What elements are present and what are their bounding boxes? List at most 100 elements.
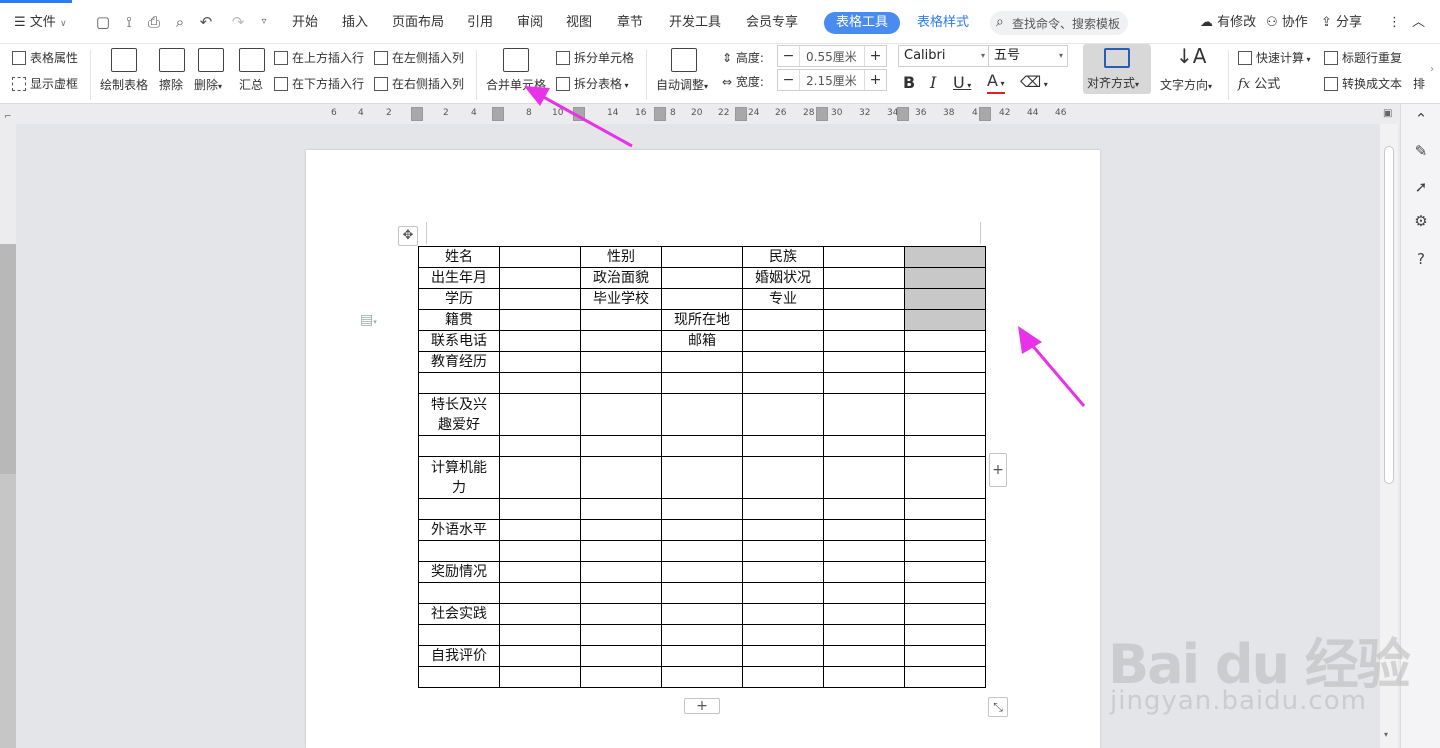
table-cell[interactable] <box>904 267 986 289</box>
table-cell[interactable] <box>823 540 905 562</box>
table-cell[interactable] <box>499 645 581 667</box>
row-label-cell[interactable] <box>418 498 500 520</box>
title-repeat-button[interactable]: 标题行重复 <box>1324 49 1402 66</box>
collab-button[interactable]: ⚇ 协作 <box>1266 13 1308 33</box>
save-icon[interactable]: ▢ <box>94 13 112 31</box>
cursor-select-icon[interactable]: ➚ <box>1412 178 1430 196</box>
table-cell[interactable] <box>904 330 986 352</box>
table-cell[interactable] <box>904 435 986 457</box>
row-label-cell[interactable]: 教育经历 <box>418 351 500 373</box>
ruler-column-marker[interactable] <box>735 107 747 121</box>
table-cell[interactable] <box>823 435 905 457</box>
increase-width-button[interactable]: + <box>864 70 886 90</box>
table-cell[interactable] <box>661 288 743 310</box>
table-cell[interactable] <box>499 393 581 436</box>
table-cell[interactable]: 民族 <box>742 246 824 268</box>
ruler-column-marker[interactable] <box>979 107 991 121</box>
overflow-button[interactable]: 排 <box>1413 75 1425 92</box>
scrollbar-thumb[interactable] <box>1384 146 1394 484</box>
auto-adjust-icon[interactable] <box>671 48 697 72</box>
row-label-cell[interactable] <box>418 582 500 604</box>
table-properties-button[interactable]: 表格属性 <box>12 49 78 66</box>
table-cell[interactable] <box>823 624 905 646</box>
table-cell[interactable] <box>580 519 662 541</box>
table-cell[interactable] <box>661 435 743 457</box>
tab-stop-icon[interactable]: ⌐ <box>4 112 12 122</box>
print-icon[interactable]: ⎙ <box>145 13 163 31</box>
table-cell[interactable] <box>904 351 986 373</box>
settings-sliders-icon[interactable]: ⚙ <box>1412 212 1430 230</box>
table-cell[interactable] <box>904 456 986 499</box>
split-cells-button[interactable]: 拆分单元格 <box>556 49 634 66</box>
row-label-cell[interactable]: 联系电话 <box>418 330 500 352</box>
table-cell[interactable] <box>580 498 662 520</box>
table-cell[interactable] <box>580 624 662 646</box>
summary-button[interactable]: 汇总 <box>239 76 263 93</box>
table-cell[interactable] <box>580 351 662 373</box>
table-cell[interactable] <box>661 372 743 394</box>
table-cell[interactable] <box>499 288 581 310</box>
tab-member[interactable]: 会员专享 <box>746 12 798 34</box>
table-cell[interactable] <box>823 456 905 499</box>
draw-table-icon[interactable] <box>111 48 137 72</box>
table-cell[interactable] <box>823 393 905 436</box>
increase-height-button[interactable]: + <box>864 46 886 66</box>
table-cell[interactable] <box>661 351 743 373</box>
table-cell[interactable] <box>661 456 743 499</box>
table-cell[interactable]: 政治面貌 <box>580 267 662 289</box>
table-cell[interactable] <box>580 456 662 499</box>
ruler-column-marker[interactable] <box>897 107 909 121</box>
row-label-cell[interactable] <box>418 666 500 688</box>
table-cell[interactable] <box>904 603 986 625</box>
table-cell[interactable]: 婚姻状况 <box>742 267 824 289</box>
row-label-cell[interactable]: 社会实践 <box>418 603 500 625</box>
command-search[interactable]: ⌕ 查找命令、搜索模板 <box>990 11 1128 35</box>
table-cell[interactable] <box>580 435 662 457</box>
ruler-column-marker[interactable] <box>654 107 666 121</box>
table-cell[interactable] <box>499 372 581 394</box>
table-cell[interactable] <box>904 666 986 688</box>
row-label-cell[interactable]: 出生年月 <box>418 267 500 289</box>
table-cell[interactable] <box>661 603 743 625</box>
table-cell[interactable] <box>661 246 743 268</box>
table-cell[interactable] <box>661 666 743 688</box>
table-cell[interactable] <box>742 519 824 541</box>
collapse-ribbon-icon[interactable]: ︿ <box>1412 13 1425 33</box>
quick-access-more-icon[interactable]: ▿ <box>255 13 273 31</box>
table-cell[interactable] <box>904 372 986 394</box>
pen-edit-icon[interactable]: ✎ <box>1412 142 1430 160</box>
table-cell[interactable] <box>580 330 662 352</box>
table-cell[interactable] <box>499 330 581 352</box>
table-cell[interactable] <box>580 561 662 583</box>
table-cell[interactable] <box>904 561 986 583</box>
insert-row-above-button[interactable]: 在上方插入行 <box>274 49 364 66</box>
delete-button[interactable]: 删除▾ <box>194 76 222 93</box>
table-cell[interactable] <box>499 582 581 604</box>
row-label-cell[interactable]: 自我评价 <box>418 645 500 667</box>
table-cell[interactable] <box>742 582 824 604</box>
align-button[interactable]: 对齐方式▾ <box>1083 44 1151 94</box>
bold-icon[interactable]: B <box>903 73 915 92</box>
table-cell[interactable] <box>823 267 905 289</box>
table-cell[interactable] <box>742 603 824 625</box>
file-menu-button[interactable]: ☰ 文件 ∨ <box>14 12 67 34</box>
row-label-cell[interactable]: 计算机能力 <box>418 456 500 499</box>
table-cell[interactable]: 专业 <box>742 288 824 310</box>
table-cell[interactable] <box>742 645 824 667</box>
table-cell[interactable] <box>499 540 581 562</box>
row-label-cell[interactable]: 学历 <box>418 288 500 310</box>
table-cell[interactable] <box>823 288 905 310</box>
decrease-width-button[interactable]: − <box>778 70 800 90</box>
table-cell[interactable] <box>742 330 824 352</box>
scroll-down-icon[interactable]: ▾ <box>1384 730 1388 739</box>
table-cell[interactable] <box>823 561 905 583</box>
modified-button[interactable]: ☁ 有修改 <box>1200 13 1256 33</box>
table-cell[interactable] <box>580 540 662 562</box>
font-color-icon[interactable]: A ▾ <box>987 73 1005 94</box>
ruler-column-marker[interactable] <box>816 107 828 121</box>
text-direction-icon[interactable]: ↓A <box>1176 44 1206 68</box>
table-cell[interactable] <box>661 540 743 562</box>
table-cell[interactable]: 毕业学校 <box>580 288 662 310</box>
share-button[interactable]: ⇪ 分享 <box>1321 13 1362 33</box>
table-move-handle-icon[interactable]: ✥ <box>398 226 418 246</box>
